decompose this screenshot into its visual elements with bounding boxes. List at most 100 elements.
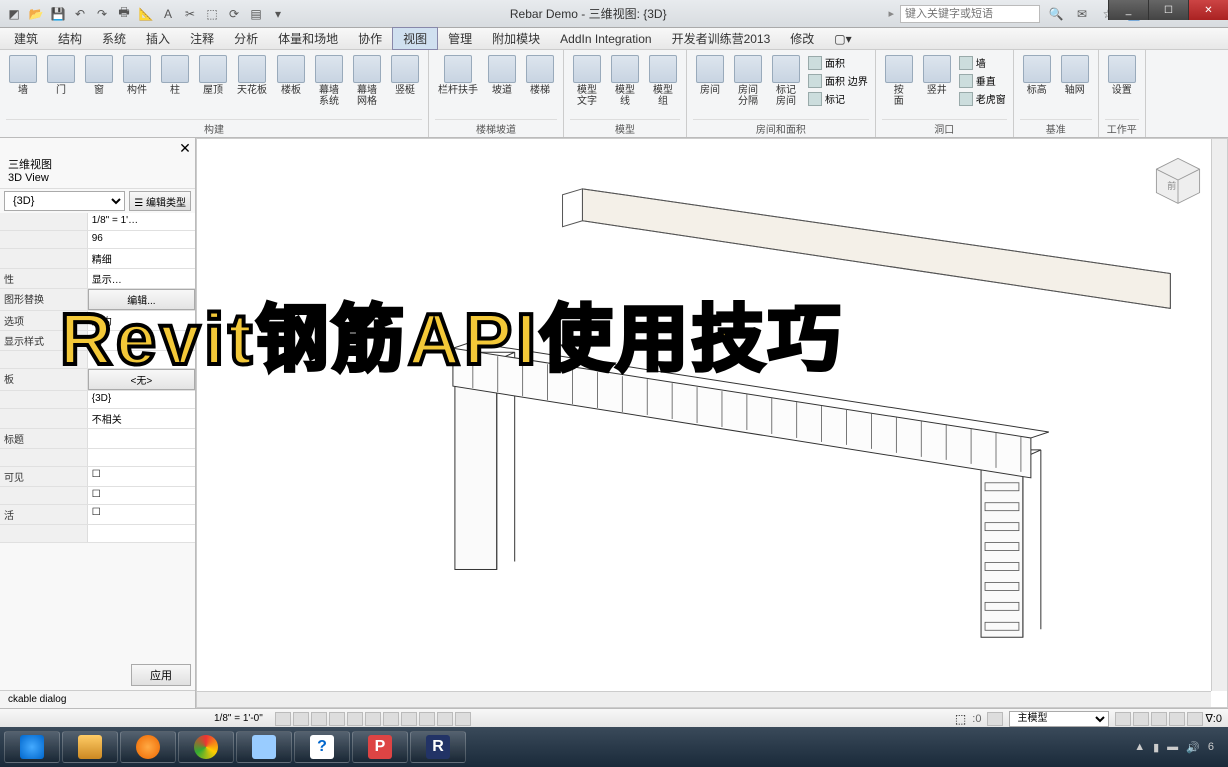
tray-expand-icon[interactable]: ▲ bbox=[1134, 741, 1145, 753]
property-value[interactable]: {3D} bbox=[88, 391, 195, 408]
view-name-dropdown[interactable]: {3D} bbox=[4, 191, 125, 211]
taskbar-media-icon[interactable] bbox=[120, 731, 176, 763]
property-value[interactable]: ☐ bbox=[88, 467, 195, 486]
tray-clock[interactable]: 6 bbox=[1208, 741, 1214, 753]
property-value[interactable]: 不相关 bbox=[88, 409, 195, 428]
property-value[interactable]: 显示… bbox=[88, 269, 195, 288]
viewport-scrollbar-horizontal[interactable] bbox=[197, 691, 1211, 707]
taskbar-chrome-icon[interactable] bbox=[178, 731, 234, 763]
apply-button[interactable]: 应用 bbox=[131, 664, 191, 686]
close-button[interactable]: ✕ bbox=[1188, 0, 1228, 20]
ribbon-button-标高[interactable]: 标高 bbox=[1020, 54, 1054, 97]
qat-app-icon[interactable]: ◩ bbox=[4, 4, 24, 24]
qat-save-icon[interactable]: 💾 bbox=[48, 4, 68, 24]
select-face-icon[interactable] bbox=[1169, 712, 1185, 726]
design-options-dropdown[interactable]: 主模型 bbox=[1009, 711, 1109, 727]
tray-network-icon[interactable]: ▮ bbox=[1153, 741, 1159, 754]
ribbon-button-竖井[interactable]: 竖井 bbox=[920, 54, 954, 97]
ribbon-button-竖梃[interactable]: 竖梃 bbox=[388, 54, 422, 97]
reveal-hidden-icon[interactable] bbox=[437, 712, 453, 726]
dock-tab[interactable]: ckable dialog bbox=[0, 690, 195, 708]
menu-item-系统[interactable]: 系统 bbox=[92, 28, 136, 49]
select-pinned-icon[interactable] bbox=[1151, 712, 1167, 726]
property-value[interactable]: <无> bbox=[88, 369, 195, 390]
property-value[interactable]: 编辑... bbox=[88, 289, 195, 310]
ribbon-button-构件[interactable]: 构件 bbox=[120, 54, 154, 97]
property-value[interactable] bbox=[88, 449, 195, 466]
ribbon-button-屋顶[interactable]: 屋顶 bbox=[196, 54, 230, 97]
ribbon-button-墙[interactable]: 墙 bbox=[6, 54, 40, 97]
taskbar-powerpoint-icon[interactable]: P bbox=[352, 731, 408, 763]
ribbon-button-轴网[interactable]: 轴网 bbox=[1058, 54, 1092, 97]
ribbon-button-门[interactable]: 门 bbox=[44, 54, 78, 97]
ribbon-button-按面[interactable]: 按 面 bbox=[882, 54, 916, 108]
menu-item-AddIn Integration[interactable]: AddIn Integration bbox=[550, 30, 661, 48]
sun-path-icon[interactable] bbox=[311, 712, 327, 726]
qat-measure-icon[interactable]: 📐 bbox=[136, 4, 156, 24]
shadows-icon[interactable] bbox=[329, 712, 345, 726]
ribbon-button-模型组[interactable]: 模型 组 bbox=[646, 54, 680, 108]
ribbon-button-幕墙系统[interactable]: 幕墙 系统 bbox=[312, 54, 346, 108]
menu-item-体量和场地[interactable]: 体量和场地 bbox=[268, 28, 348, 49]
menu-item-协作[interactable]: 协作 bbox=[348, 28, 392, 49]
qat-redo-icon[interactable]: ↷ bbox=[92, 4, 112, 24]
ribbon-button-窗[interactable]: 窗 bbox=[82, 54, 116, 97]
ribbon-small-垂直[interactable]: 垂直 bbox=[958, 72, 1007, 89]
press-drag-icon[interactable]: ⬚ bbox=[955, 712, 966, 726]
panel-close-icon[interactable]: ✕ bbox=[177, 140, 193, 156]
search-icon[interactable]: 🔍 bbox=[1046, 4, 1066, 24]
property-value[interactable] bbox=[88, 429, 195, 448]
menu-item-插入[interactable]: 插入 bbox=[136, 28, 180, 49]
view-cube[interactable]: 前 bbox=[1151, 153, 1205, 207]
ribbon-button-天花板[interactable]: 天花板 bbox=[234, 54, 270, 97]
lock-3d-icon[interactable] bbox=[401, 712, 417, 726]
qat-section-icon[interactable]: ✂ bbox=[180, 4, 200, 24]
property-value[interactable] bbox=[88, 525, 195, 542]
qat-print-icon[interactable]: 🖶 bbox=[114, 4, 134, 24]
ribbon-button-设置[interactable]: 设置 bbox=[1105, 54, 1139, 97]
tray-battery-icon[interactable]: ▬ bbox=[1167, 741, 1178, 753]
ribbon-button-幕墙网格[interactable]: 幕墙 网格 bbox=[350, 54, 384, 108]
select-underlay-icon[interactable] bbox=[1133, 712, 1149, 726]
ribbon-button-房间分隔[interactable]: 房间 分隔 bbox=[731, 54, 765, 108]
property-value[interactable]: 无 bbox=[88, 331, 195, 350]
select-links-icon[interactable] bbox=[1115, 712, 1131, 726]
viewport-scrollbar-vertical[interactable] bbox=[1211, 139, 1227, 691]
ribbon-small-面积[interactable]: 面积 bbox=[807, 54, 869, 71]
qat-open-icon[interactable]: 📂 bbox=[26, 4, 46, 24]
taskbar-ie-icon[interactable] bbox=[4, 731, 60, 763]
taskbar-help-icon[interactable]: ? bbox=[294, 731, 350, 763]
menu-item-分析[interactable]: 分析 bbox=[224, 28, 268, 49]
ribbon-small-墙[interactable]: 墙 bbox=[958, 54, 1007, 71]
crop-view-icon[interactable] bbox=[365, 712, 381, 726]
ribbon-button-楼板[interactable]: 楼板 bbox=[274, 54, 308, 97]
property-value[interactable] bbox=[88, 351, 195, 368]
menu-item-建筑[interactable]: 建筑 bbox=[4, 28, 48, 49]
ribbon-button-坡道[interactable]: 坡道 bbox=[485, 54, 519, 97]
ribbon-button-模型线[interactable]: 模型 线 bbox=[608, 54, 642, 108]
ribbon-small-面积 边界[interactable]: 面积 边界 bbox=[807, 72, 869, 89]
menu-item-注释[interactable]: 注释 bbox=[180, 28, 224, 49]
maximize-button[interactable]: ☐ bbox=[1148, 0, 1188, 20]
qat-more-icon[interactable]: ▾ bbox=[268, 4, 288, 24]
menu-item-修改[interactable]: 修改 bbox=[780, 28, 824, 49]
detail-level-icon[interactable] bbox=[275, 712, 291, 726]
rendering-icon[interactable] bbox=[347, 712, 363, 726]
system-tray[interactable]: ▲ ▮ ▬ 🔊 6 bbox=[1134, 741, 1224, 754]
visual-style-icon[interactable] bbox=[293, 712, 309, 726]
property-value[interactable]: 结构 bbox=[88, 311, 195, 330]
qat-sync-icon[interactable]: ⟳ bbox=[224, 4, 244, 24]
menu-overflow-icon[interactable]: ▢▾ bbox=[824, 30, 861, 48]
crop-region-icon[interactable] bbox=[383, 712, 399, 726]
worksharing-icon[interactable] bbox=[455, 712, 471, 726]
ribbon-button-标记房间[interactable]: 标记 房间 bbox=[769, 54, 803, 108]
property-value[interactable]: 1/8" = 1'… bbox=[88, 213, 195, 230]
temp-hide-icon[interactable] bbox=[419, 712, 435, 726]
property-value[interactable]: 96 bbox=[88, 231, 195, 248]
qat-undo-icon[interactable]: ↶ bbox=[70, 4, 90, 24]
menu-item-附加模块[interactable]: 附加模块 bbox=[482, 28, 550, 49]
ribbon-button-模型文字[interactable]: 模型 文字 bbox=[570, 54, 604, 108]
qat-text-icon[interactable]: A bbox=[158, 4, 178, 24]
menu-item-开发者训练营2013[interactable]: 开发者训练营2013 bbox=[662, 28, 781, 49]
qat-3d-icon[interactable]: ⬚ bbox=[202, 4, 222, 24]
